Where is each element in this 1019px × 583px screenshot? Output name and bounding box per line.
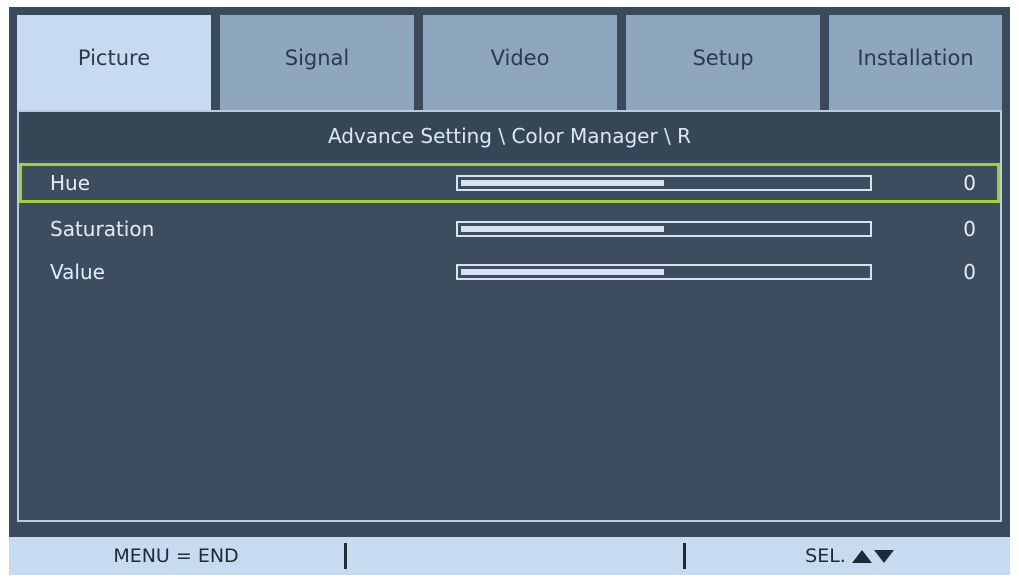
tab-picture[interactable]: Picture (17, 15, 211, 118)
row-value: 0 (963, 217, 976, 241)
select-label: SEL. (805, 545, 846, 567)
menu-content: Advance Setting \ Color Manager \ R Hue … (17, 110, 1002, 522)
tab-installation[interactable]: Installation (829, 15, 1002, 110)
tab-label: Installation (857, 45, 974, 70)
tab-label: Setup (692, 45, 754, 70)
slider-fill (461, 180, 664, 186)
menu-row-saturation[interactable]: Saturation 0 (19, 209, 1000, 249)
row-label: Value (50, 260, 105, 284)
select-arrows (851, 549, 894, 563)
slider-fill (461, 226, 664, 232)
select-hint: SEL. (689, 537, 1010, 575)
value-slider[interactable] (456, 264, 872, 280)
footer-bar: MENU = END SEL. (9, 537, 1010, 575)
hue-slider[interactable] (456, 175, 872, 191)
tab-setup[interactable]: Setup (626, 15, 820, 110)
tab-label: Picture (77, 45, 151, 70)
triangle-up-icon (851, 549, 872, 563)
row-value: 0 (963, 171, 976, 195)
tab-label: Video (490, 45, 550, 70)
slider-fill (461, 269, 664, 275)
footer-divider (344, 543, 347, 569)
triangle-down-icon (873, 549, 894, 563)
osd-frame: Picture Signal Video Setup Installation … (0, 0, 1019, 583)
row-label: Hue (50, 171, 91, 195)
breadcrumb: Advance Setting \ Color Manager \ R (19, 112, 1000, 160)
row-label: Saturation (50, 217, 155, 241)
tab-bar: Picture Signal Video Setup Installation (9, 7, 1010, 118)
row-value: 0 (963, 260, 976, 284)
osd-menu: Picture Signal Video Setup Installation … (9, 7, 1010, 575)
saturation-slider[interactable] (456, 221, 872, 237)
menu-row-hue[interactable]: Hue 0 (19, 163, 1000, 203)
footer-divider (683, 543, 686, 569)
menu-end-hint: MENU = END (113, 545, 239, 567)
tab-video[interactable]: Video (423, 15, 617, 110)
tab-label: Signal (284, 45, 350, 70)
menu-row-value[interactable]: Value 0 (19, 252, 1000, 292)
tab-signal[interactable]: Signal (220, 15, 414, 110)
